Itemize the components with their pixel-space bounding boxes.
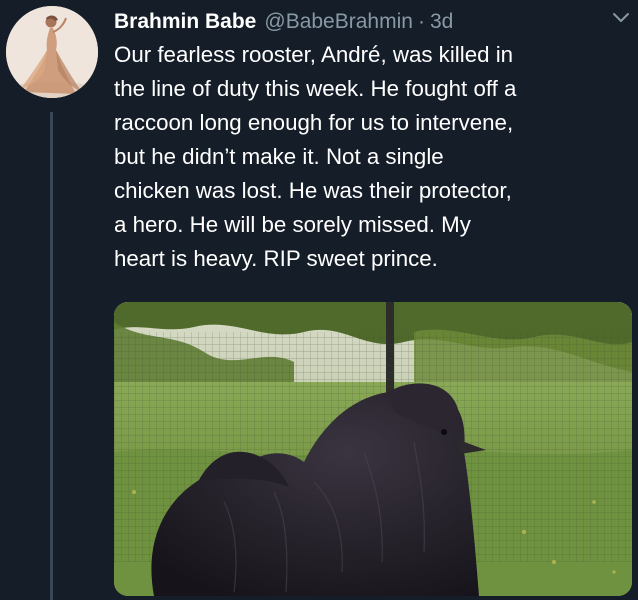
tweet-header: Brahmin Babe @BabeBrahmin · 3d bbox=[114, 6, 628, 38]
tweet-text-line: raccoon long enough for us to intervene, bbox=[114, 110, 514, 135]
avatar[interactable] bbox=[6, 6, 98, 98]
rooster-photo bbox=[114, 302, 632, 596]
tweet: Brahmin Babe @BabeBrahmin · 3d Our fearl… bbox=[0, 0, 638, 600]
tweet-text-line: but he didn’t make it. Not a single bbox=[114, 144, 444, 169]
display-name[interactable]: Brahmin Babe bbox=[114, 10, 256, 34]
timestamp[interactable]: 3d bbox=[430, 10, 453, 34]
tweet-text-line: a hero. He will be sorely missed. My bbox=[114, 212, 471, 237]
chevron-down-icon[interactable] bbox=[610, 6, 632, 28]
tweet-text-line: chicken was lost. He was their protector… bbox=[114, 178, 512, 203]
tweet-text-line: Our fearless rooster, André, was killed … bbox=[114, 42, 514, 67]
tweet-text: Our fearless rooster, André, was killed … bbox=[114, 38, 634, 276]
tweet-text-line: heart is heavy. RIP sweet prince. bbox=[114, 246, 438, 271]
avatar-image bbox=[6, 6, 98, 98]
user-handle[interactable]: @BabeBrahmin bbox=[264, 10, 413, 34]
thread-line bbox=[50, 112, 53, 600]
tweet-text-line: the line of duty this week. He fought of… bbox=[114, 76, 517, 101]
separator-dot: · bbox=[417, 10, 425, 33]
tweet-photo[interactable] bbox=[114, 302, 632, 596]
